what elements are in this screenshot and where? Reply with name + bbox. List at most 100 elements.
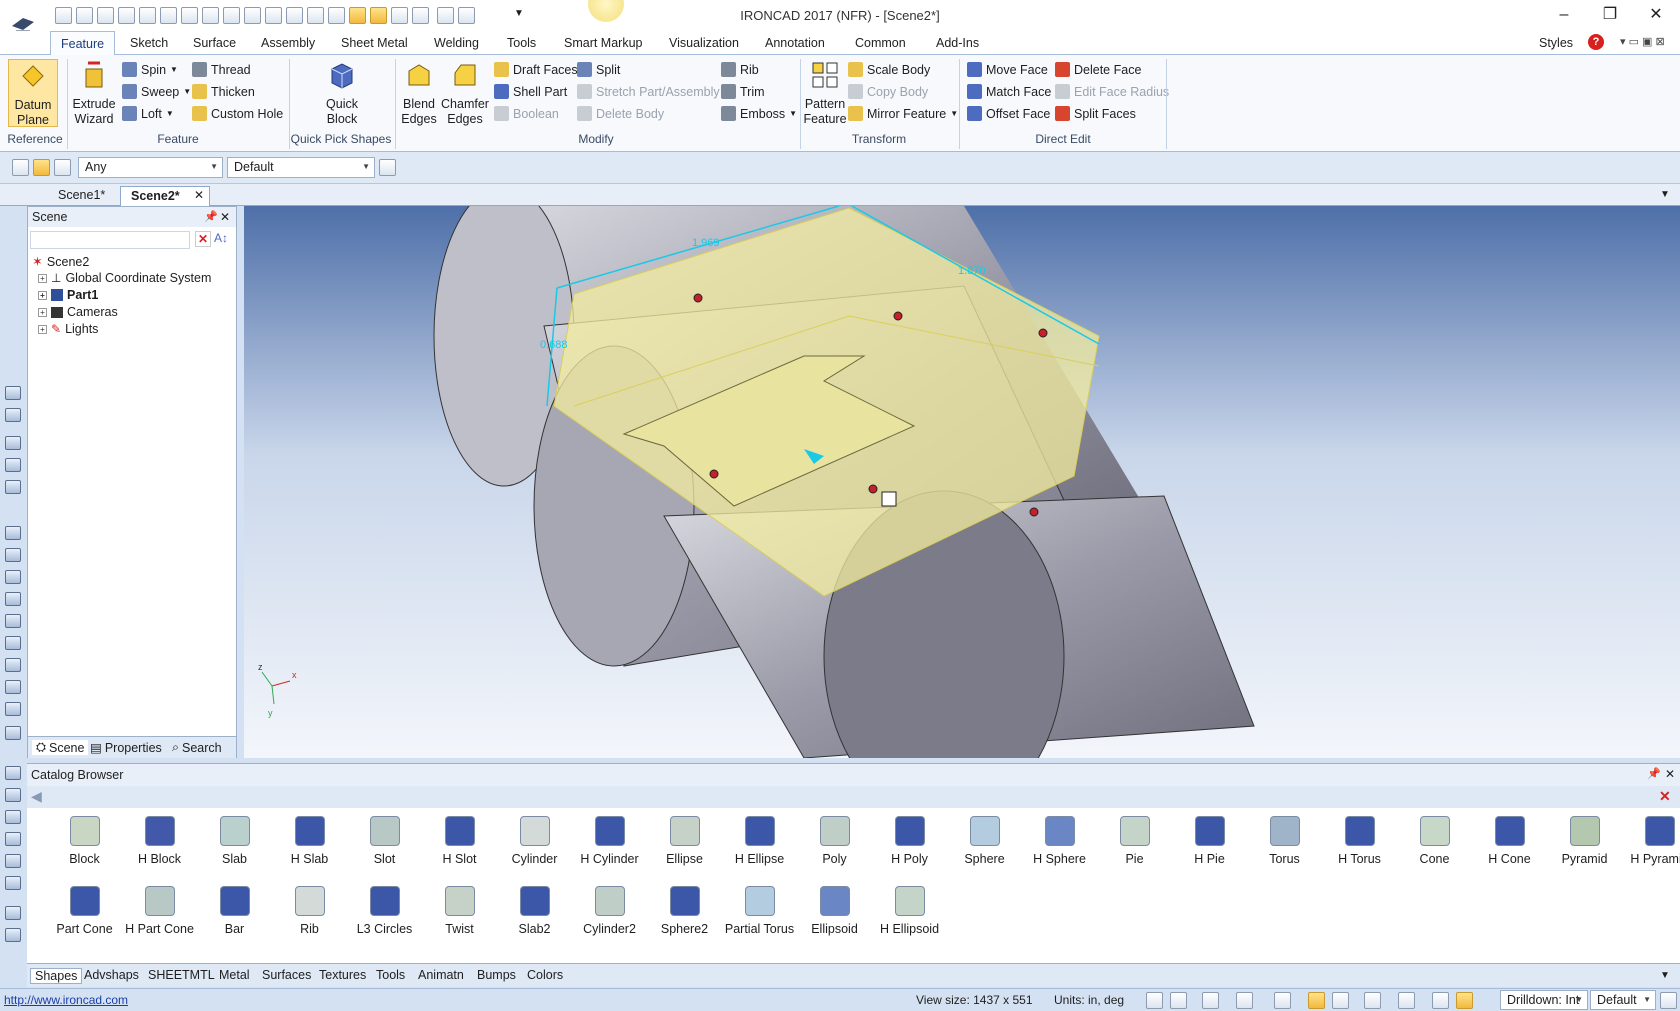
tab-tools[interactable]: Tools [507, 36, 536, 50]
zoom-window-icon[interactable] [1170, 992, 1187, 1009]
expand-icon[interactable]: + [38, 307, 47, 317]
shape-tool-icon[interactable] [5, 636, 21, 650]
stretch-part-button[interactable]: Stretch Part/Assembly [577, 84, 720, 99]
pick-parts-icon[interactable] [12, 159, 29, 176]
catalog-tab-advshaps[interactable]: Advshaps [84, 968, 139, 982]
scale-body-button[interactable]: Scale Body [848, 62, 930, 77]
edit-face-radius-button[interactable]: Edit Face Radius [1055, 84, 1169, 99]
catalog-item[interactable]: Part Cone [47, 886, 122, 936]
tool-icon[interactable] [1398, 992, 1415, 1009]
offset-face-button[interactable]: Offset Face [967, 106, 1050, 121]
catalog-item[interactable]: H Slot [422, 816, 497, 866]
back-arrow-icon[interactable]: ◀ [31, 788, 42, 805]
settings-icon[interactable] [1660, 992, 1677, 1009]
catalog-item[interactable]: Sphere2 [647, 886, 722, 936]
catalog-item[interactable]: H Slab [272, 816, 347, 866]
tab-scene[interactable]: ⛭ Scene [32, 740, 89, 755]
doc-tab-scene1[interactable]: Scene1* [48, 186, 116, 206]
3d-viewport[interactable]: 1.969 1.870 0.688 x z y [244, 185, 1680, 822]
tab-add-ins[interactable]: Add-Ins [936, 36, 979, 50]
tree-item-cameras[interactable]: + Cameras [38, 305, 118, 319]
render-mode-icon[interactable] [1308, 992, 1325, 1009]
style-select[interactable]: Default ▼ [227, 157, 375, 178]
chamfer-edges-button[interactable]: Chamfer Edges [440, 59, 490, 127]
delete-face-button[interactable]: Delete Face [1055, 62, 1141, 77]
trim-button[interactable]: Trim [721, 84, 765, 99]
catalog-tab-tools[interactable]: Tools [376, 968, 405, 982]
catalog-tab-animatn[interactable]: Animatn [418, 968, 464, 982]
close-catalog-icon[interactable]: ✕ [1659, 788, 1671, 805]
draft-faces-button[interactable]: Draft Faces [494, 62, 578, 77]
catalog-item[interactable]: H Block [122, 816, 197, 866]
tree-item-global-coordinate-system[interactable]: + ⊥ Global Coordinate System [38, 271, 211, 285]
clear-filter-icon[interactable]: ✕ [195, 231, 211, 247]
orbit-icon[interactable] [1202, 992, 1219, 1009]
catalog-item[interactable]: Poly [797, 816, 872, 866]
shape-tool-icon[interactable] [5, 702, 21, 716]
quick-block-button[interactable]: Quick Block [310, 59, 374, 127]
view-tool-icon[interactable] [5, 408, 21, 422]
view-tool-icon[interactable] [5, 386, 21, 400]
maximize-button[interactable]: ❐ [1590, 4, 1630, 26]
hierarchy-icon[interactable] [379, 159, 396, 176]
catalog-item[interactable]: Block [47, 816, 122, 866]
pointer-icon[interactable] [1456, 992, 1473, 1009]
catalog-item[interactable]: Pie [1097, 816, 1172, 866]
sketch-tool-icon[interactable] [5, 810, 21, 824]
close-button[interactable]: ✕ [1636, 4, 1676, 26]
sketch-tool-icon[interactable] [5, 788, 21, 802]
blend-edges-button[interactable]: Blend Edges [398, 59, 440, 127]
catalog-item[interactable]: Cone [1397, 816, 1472, 866]
tab-sketch[interactable]: Sketch [130, 36, 168, 50]
tab-feature[interactable]: Feature [50, 31, 116, 56]
tab-surface[interactable]: Surface [193, 36, 236, 50]
catalog-item[interactable]: Cylinder2 [572, 886, 647, 936]
dimension-2[interactable]: 1.870 [958, 265, 986, 277]
catalog-item[interactable]: Bar [197, 886, 272, 936]
split-button[interactable]: Split [577, 62, 620, 77]
tab-smart-markup[interactable]: Smart Markup [564, 36, 643, 50]
shape-tool-icon[interactable] [5, 680, 21, 694]
close-tab-icon[interactable]: ✕ [194, 188, 204, 202]
catalog-item[interactable]: H Cone [1472, 816, 1547, 866]
display-icon[interactable] [1364, 992, 1381, 1009]
view-tool-icon[interactable] [5, 436, 21, 450]
expand-icon[interactable]: + [38, 273, 47, 283]
view-tool-icon[interactable] [5, 480, 21, 494]
tab-common[interactable]: Common [855, 36, 906, 50]
sketch-tool-icon[interactable] [5, 906, 21, 920]
mirror-feature-button[interactable]: Mirror Feature ▼ [848, 106, 958, 121]
loft-button[interactable]: Loft ▼ [122, 106, 174, 121]
catalog-item[interactable]: Cylinder [497, 816, 572, 866]
view-tool-icon[interactable] [5, 458, 21, 472]
website-link[interactable]: http://www.ironcad.com [4, 993, 128, 1007]
emboss-button[interactable]: Emboss ▼ [721, 106, 797, 121]
shape-tool-icon[interactable] [5, 548, 21, 562]
match-face-button[interactable]: Match Face [967, 84, 1051, 99]
catalog-item[interactable]: Rib [272, 886, 347, 936]
catalog-item[interactable]: Slab [197, 816, 272, 866]
catalog-item[interactable]: H Sphere [1022, 816, 1097, 866]
tri-ball-icon[interactable] [881, 491, 897, 507]
catalog-item[interactable]: H Poly [872, 816, 947, 866]
rib-button[interactable]: Rib [721, 62, 759, 77]
catalog-tab-bumps[interactable]: Bumps [477, 968, 516, 982]
catalog-item[interactable]: H Ellipsoid [872, 886, 947, 936]
catalog-item[interactable]: Ellipsoid [797, 886, 872, 936]
shape-tool-icon[interactable] [5, 614, 21, 628]
ribbon-controls-icon[interactable]: ▾ ▭ ▣ ⊠ [1620, 35, 1665, 48]
view-cube-icon[interactable] [1236, 992, 1253, 1009]
shape-tool-icon[interactable] [5, 570, 21, 584]
close-panel-icon[interactable]: ✕ [1665, 767, 1675, 781]
help-icon[interactable]: ? [1588, 34, 1604, 50]
catalog-item[interactable]: H Torus [1322, 816, 1397, 866]
catalog-tab-shapes[interactable]: Shapes [30, 968, 83, 984]
shape-tool-icon[interactable] [5, 658, 21, 672]
tab-annotation[interactable]: Annotation [765, 36, 825, 50]
expand-icon[interactable]: + [38, 290, 47, 300]
catalog-item[interactable]: H Cylinder [572, 816, 647, 866]
catalog-tab-colors[interactable]: Colors [527, 968, 563, 982]
sketch-tool-icon[interactable] [5, 854, 21, 868]
tab-properties[interactable]: ▤ Properties [90, 740, 162, 756]
tab-sheet-metal[interactable]: Sheet Metal [341, 36, 408, 50]
